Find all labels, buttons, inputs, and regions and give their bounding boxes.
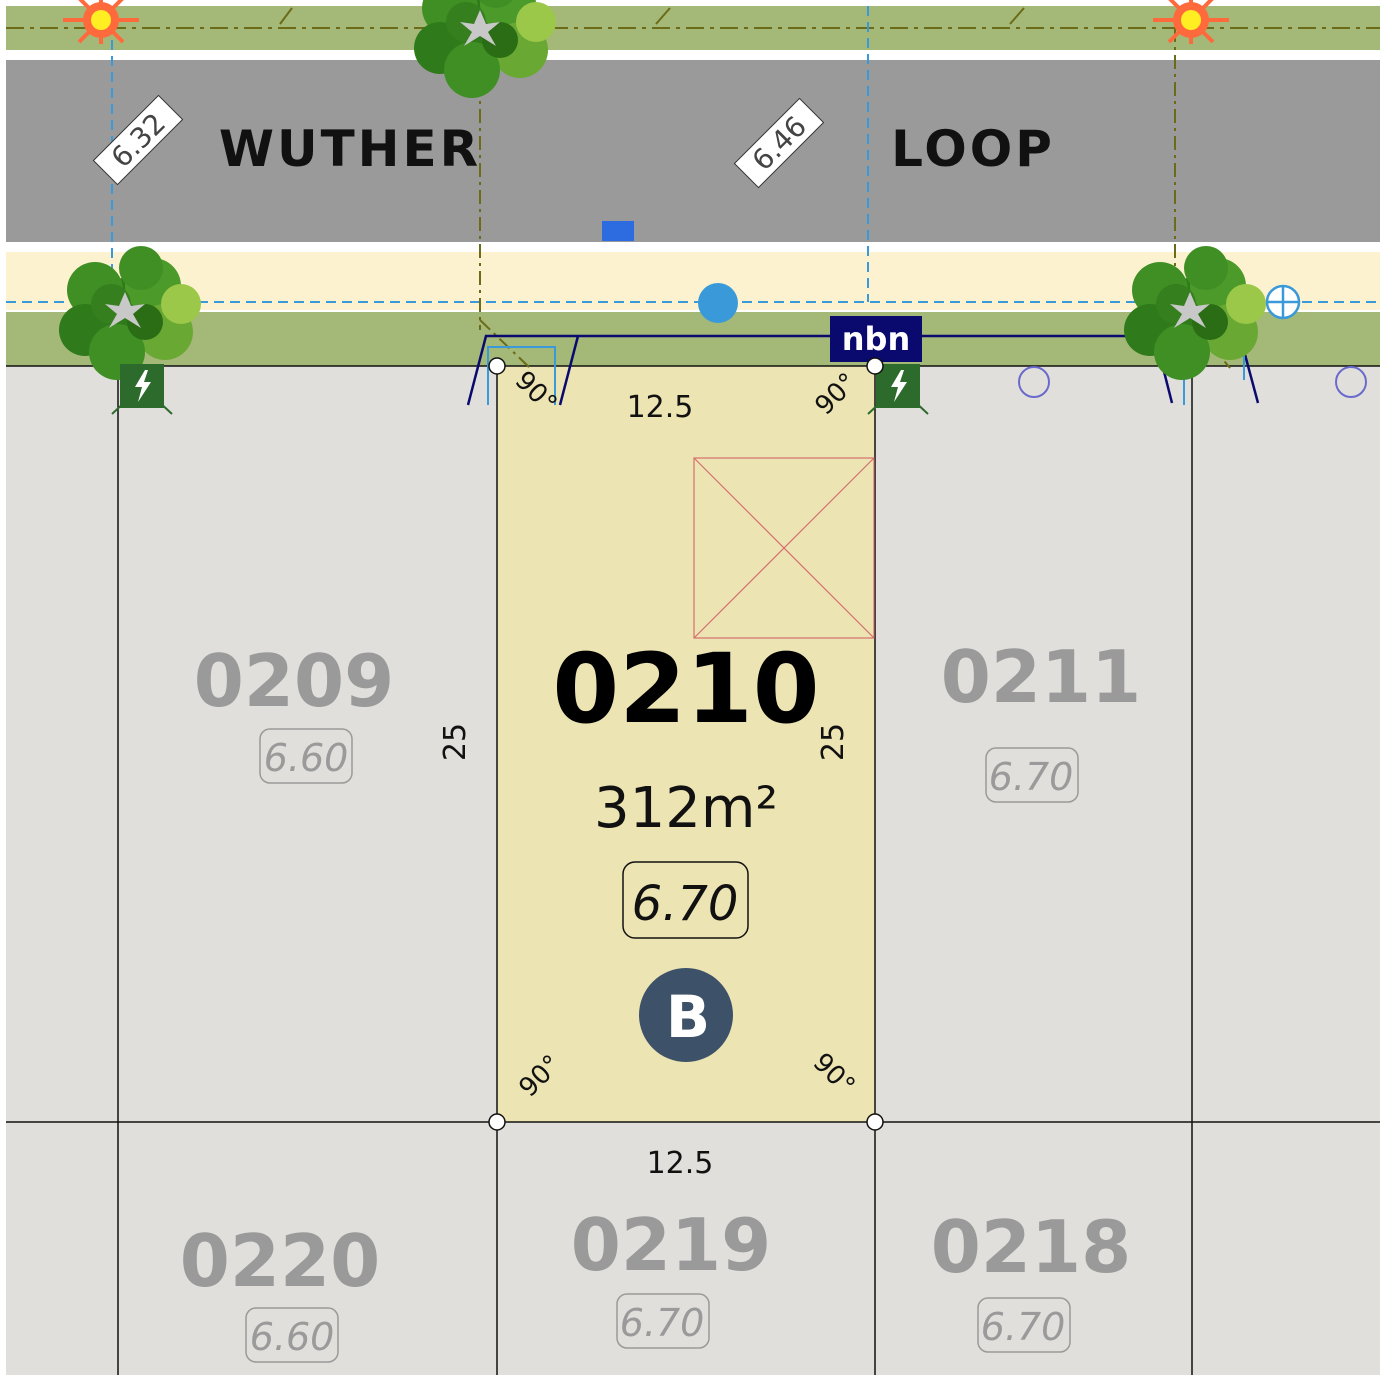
svg-text:0211: 0211	[941, 635, 1141, 719]
frontage-dimension: 12.5	[627, 390, 694, 425]
street-name-right: LOOP	[891, 120, 1055, 178]
svg-text:0219: 0219	[571, 1203, 771, 1287]
building-type-badge: B	[639, 968, 733, 1062]
svg-text:0218: 0218	[931, 1205, 1131, 1289]
svg-text:6.70: 6.70	[632, 876, 739, 932]
svg-text:6.60: 6.60	[250, 1315, 335, 1359]
svg-text:6.60: 6.60	[264, 736, 349, 780]
svg-text:nbn: nbn	[842, 320, 910, 358]
lot-plan-map: nbn 6.32 6.46 WUTHER LOOP 12.5 12.5 25 2…	[0, 0, 1387, 1375]
power-pit-icon	[111, 363, 173, 415]
drainage-pit-icon	[602, 221, 634, 241]
svg-text:6.70: 6.70	[620, 1301, 705, 1345]
street-name-left: WUTHER	[219, 120, 481, 178]
left-depth-dimension: 25	[438, 723, 473, 761]
svg-text:0209: 0209	[194, 639, 394, 723]
svg-text:6.70: 6.70	[989, 755, 1074, 799]
rear-dimension: 12.5	[647, 1146, 714, 1181]
selected-lot-area: 312m²	[594, 776, 778, 841]
water-service-icon	[698, 283, 738, 323]
selected-lot-number: 0210	[552, 633, 819, 745]
svg-text:B: B	[666, 983, 710, 1051]
right-depth-dimension: 25	[816, 723, 851, 761]
road-surface	[6, 60, 1380, 242]
svg-text:0220: 0220	[180, 1219, 380, 1303]
hydrant-icon	[1265, 284, 1301, 320]
nbn-pit-icon: nbn	[830, 316, 922, 362]
svg-text:6.70: 6.70	[981, 1305, 1066, 1349]
